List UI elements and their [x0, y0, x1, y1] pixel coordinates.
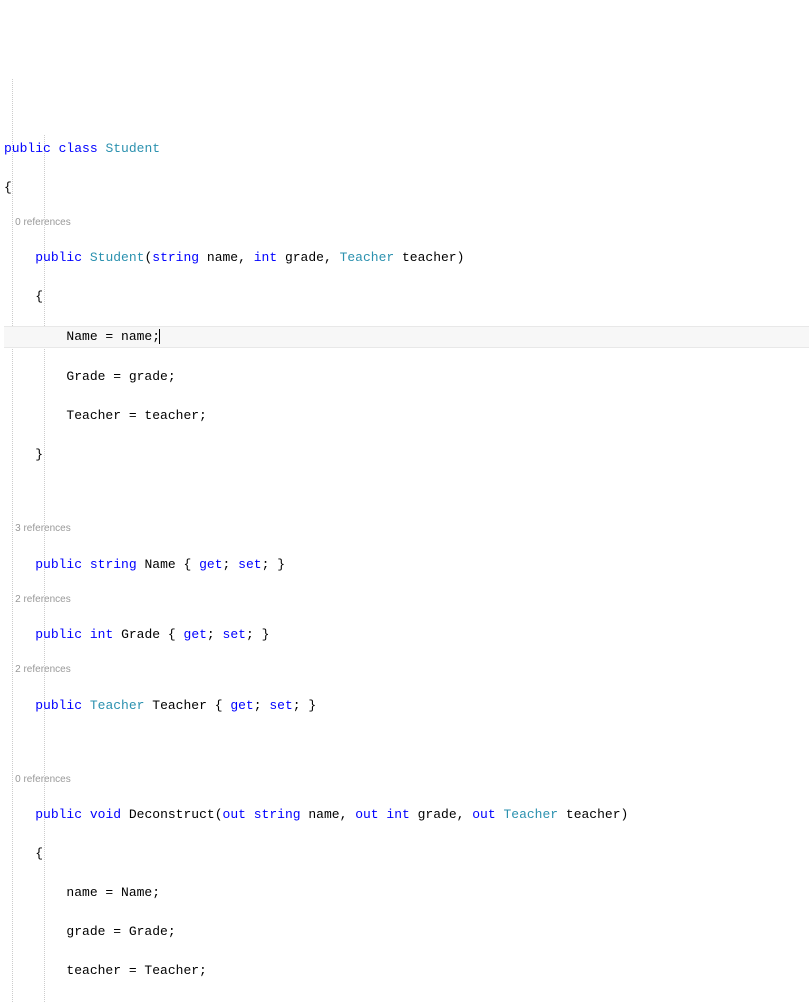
- code-line: public class Student: [4, 139, 809, 159]
- code-line: {: [4, 844, 809, 864]
- text-cursor: [159, 329, 160, 344]
- code-editor[interactable]: public class Student { 0 references publ…: [0, 59, 809, 1002]
- code-line: grade = Grade;: [4, 922, 809, 942]
- code-line: {: [4, 287, 809, 307]
- codelens[interactable]: 2 references: [4, 594, 809, 606]
- code-line: {: [4, 178, 809, 198]
- code-line: teacher = Teacher;: [4, 961, 809, 981]
- code-line: public string Name { get; set; }: [4, 555, 809, 575]
- code-line-active: Name = name;: [4, 326, 809, 348]
- codelens[interactable]: 0 references: [4, 774, 809, 786]
- code-line: public Student(string name, int grade, T…: [4, 248, 809, 268]
- codelens[interactable]: 3 references: [4, 523, 809, 535]
- code-line: public void Deconstruct(out string name,…: [4, 805, 809, 825]
- code-line: name = Name;: [4, 883, 809, 903]
- code-line: Grade = grade;: [4, 367, 809, 387]
- code-line: }: [4, 445, 809, 465]
- code-line: }: [4, 1000, 809, 1002]
- codelens[interactable]: 2 references: [4, 664, 809, 676]
- code-line: public int Grade { get; set; }: [4, 625, 809, 645]
- codelens[interactable]: 0 references: [4, 217, 809, 229]
- code-line: public Teacher Teacher { get; set; }: [4, 696, 809, 716]
- code-line: Teacher = teacher;: [4, 406, 809, 426]
- code-line: [4, 735, 809, 755]
